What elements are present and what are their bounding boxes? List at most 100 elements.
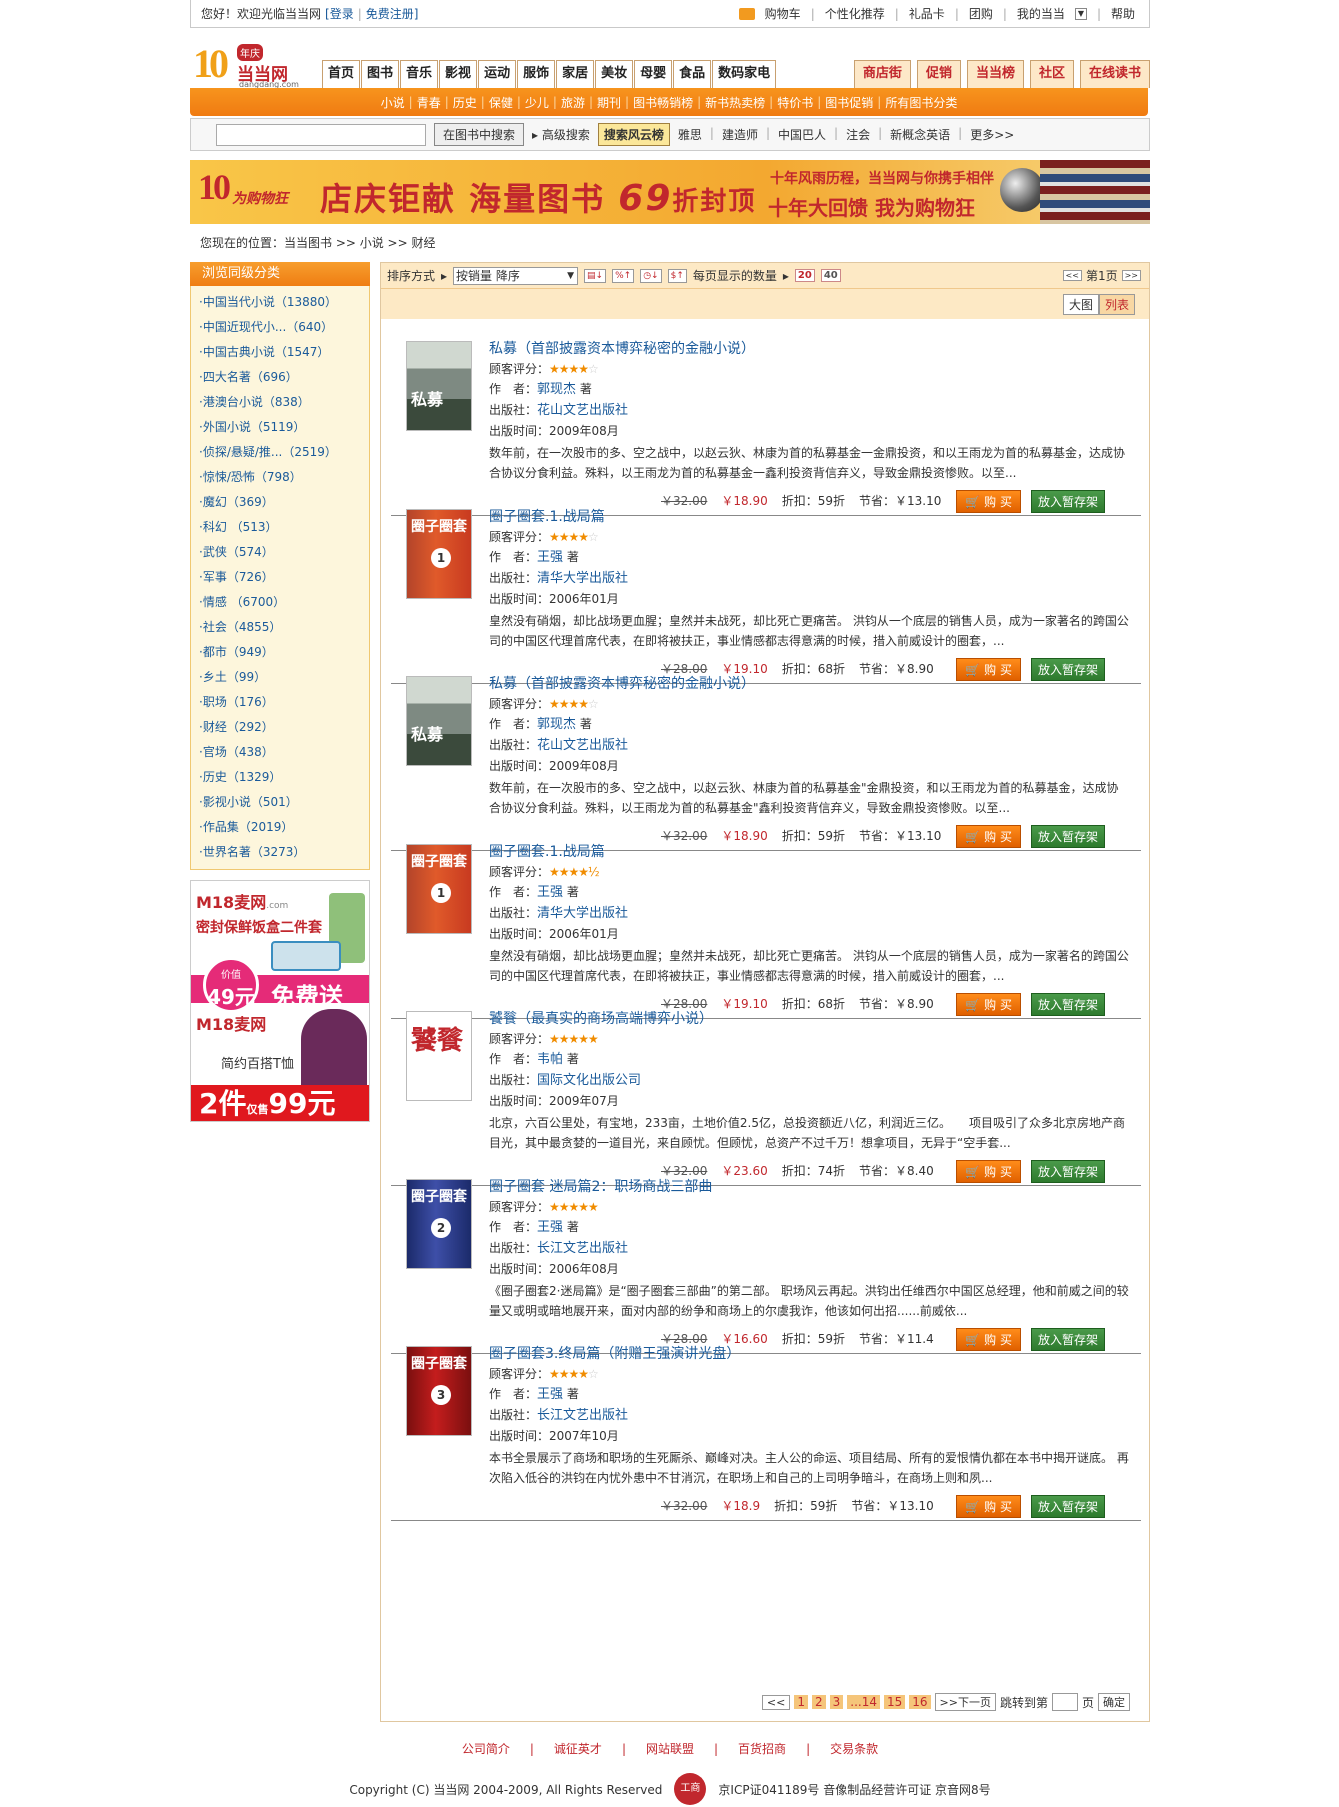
sidebar-item[interactable]: ·社会（4855） [199,615,369,640]
sidebar-item[interactable]: ·中国当代小说（13880） [199,290,369,315]
next-page-icon[interactable]: >> [1121,270,1141,281]
subnav-6[interactable]: 期刊 [597,94,621,111]
publisher-link[interactable]: 花山文艺出版社 [537,403,628,418]
sidebar-item[interactable]: ·科幻 （513） [199,515,369,540]
gift-card-link[interactable]: 礼品卡 [909,5,945,22]
advanced-search-link[interactable]: ▸ 高级搜索 [532,126,590,143]
author-link[interactable]: 王强 [537,550,563,565]
sort-sales-icon[interactable]: ▤↓ [584,268,607,283]
sort-select[interactable]: 按销量 降序 [453,266,579,285]
publisher-link[interactable]: 长江文艺出版社 [537,1241,628,1256]
sidebar-item[interactable]: ·乡土（99） [199,665,369,690]
hot-search-1[interactable]: 建造师 [722,126,758,143]
subnav-3[interactable]: 保健 [489,94,513,111]
sort-date-icon[interactable]: ◷↓ [640,268,662,283]
group-buy-link[interactable]: 团购 [969,5,993,22]
login-link[interactable]: [登录 [325,7,354,21]
subnav-10[interactable]: 图书促销 [825,94,873,111]
product-title[interactable]: 圈子圈套.1.战局篇 [489,507,1129,527]
page-number[interactable]: 1 [794,1695,808,1709]
sort-price-icon[interactable]: $↑ [667,268,687,283]
subnav-8[interactable]: 新书热卖榜 [705,94,765,111]
author-link[interactable]: 王强 [537,885,563,900]
product-title[interactable]: 圈子圈套 迷局篇2：职场商战三部曲 [489,1177,1129,1197]
side-advertisement[interactable]: M18麦网.com 密封保鲜饭盒二件套 价值 49元 免费送 M18麦网 简约百搭… [190,880,370,1122]
nav-item-5[interactable]: 服饰 [517,60,556,88]
publisher-link[interactable]: 清华大学出版社 [537,906,628,921]
search-cloud-button[interactable]: 搜索风云榜 [597,123,670,146]
right-nav-3[interactable]: 社区 [1029,60,1074,88]
help-link[interactable]: 帮助 [1111,5,1135,22]
nav-item-3[interactable]: 影视 [439,60,478,88]
right-nav-4[interactable]: 在线读书 [1079,60,1150,88]
book-cover[interactable]: 饕餮 [406,1011,472,1101]
my-dangdang-link[interactable]: 我的当当 [1017,5,1065,22]
page-jump-input[interactable] [1051,1693,1078,1711]
publisher-link[interactable]: 清华大学出版社 [537,571,628,586]
author-link[interactable]: 王强 [537,1220,563,1235]
footer-link[interactable]: 交易条款 [830,1742,878,1756]
product-title[interactable]: 饕餮（最真实的商场高端博弈小说） [489,1009,1129,1029]
nav-item-10[interactable]: 数码家电 [712,60,777,88]
subnav-11[interactable]: 所有图书分类 [885,94,957,111]
page-number[interactable]: ...14 [847,1695,880,1709]
hot-search-2[interactable]: 中国巴人 [778,126,826,143]
sidebar-item[interactable]: ·侦探/悬疑/推...（2519） [199,440,369,465]
sidebar-item[interactable]: ·武侠（574） [199,540,369,565]
author-link[interactable]: 王强 [537,1387,563,1402]
subnav-2[interactable]: 历史 [453,94,477,111]
nav-item-7[interactable]: 美妆 [595,60,634,88]
per-page-40[interactable]: 40 [820,269,841,282]
register-link[interactable]: 免费注册] [366,7,419,21]
chevron-down-icon[interactable]: ▼ [1074,7,1087,20]
sidebar-item[interactable]: ·都市（949） [199,640,369,665]
nav-item-0[interactable]: 首页 [322,60,361,88]
search-input[interactable] [216,123,426,146]
sidebar-item[interactable]: ·财经（292） [199,715,369,740]
product-title[interactable]: 私募（首部披露资本博弈秘密的金融小说） [489,339,1129,359]
footer-link[interactable]: 网站联盟 [646,1742,694,1756]
page-jump-ok[interactable]: 确定 [1098,1693,1130,1711]
sidebar-item[interactable]: ·影视小说（501） [199,790,369,815]
nav-item-8[interactable]: 母婴 [634,60,673,88]
sidebar-item[interactable]: ·魔幻（369） [199,490,369,515]
grid-view-button[interactable]: 大图 [1062,293,1099,315]
subnav-0[interactable]: 小说 [381,94,405,111]
sidebar-item[interactable]: ·港澳台小说（838） [199,390,369,415]
book-cover[interactable]: 私募 [406,341,472,431]
page-number[interactable]: 16 [909,1695,931,1709]
sidebar-item[interactable]: ·官场（438） [199,740,369,765]
personal-link[interactable]: 个性化推荐 [825,5,885,22]
sidebar-item[interactable]: ·情感 （6700） [199,590,369,615]
subnav-1[interactable]: 青春 [417,94,441,111]
prev-page-icon[interactable]: << [1062,270,1082,281]
footer-link[interactable]: 诚征英才 [554,1742,602,1756]
subnav-4[interactable]: 少儿 [525,94,549,111]
book-cover[interactable]: 私募 [406,676,472,766]
hot-search-3[interactable]: 注会 [846,126,870,143]
sidebar-item[interactable]: ·外国小说（5119） [199,415,369,440]
site-logo[interactable]: 10 年庆 当当网 dangdang.com [193,40,317,90]
footer-link[interactable]: 百货招商 [738,1742,786,1756]
book-cover[interactable]: 圈子圈套 1 [406,508,472,599]
sidebar-item[interactable]: ·中国古典小说（1547） [199,340,369,365]
nav-item-1[interactable]: 图书 [361,60,400,88]
subnav-5[interactable]: 旅游 [561,94,585,111]
nav-item-6[interactable]: 家居 [556,60,595,88]
page-number[interactable]: 15 [883,1695,906,1709]
book-cover[interactable]: 圈子圈套 1 [406,843,472,934]
right-nav-2[interactable]: 当当榜 [966,60,1024,88]
promo-banner[interactable]: 10 为购物狂 店庆钜献 海量图书 69折封顶 十年风雨历程，当当网与你携手相伴… [190,160,1150,224]
nav-item-2[interactable]: 音乐 [400,60,439,88]
publisher-link[interactable]: 国际文化出版公司 [537,1073,641,1088]
sort-discount-icon[interactable]: %↑ [612,268,635,283]
per-page-20[interactable]: 20 [794,269,815,282]
sidebar-item[interactable]: ·职场（176） [199,690,369,715]
hot-search-5[interactable]: 更多>> [970,126,1014,143]
page-number[interactable]: 3 [829,1695,844,1709]
book-cover[interactable]: 圈子圈套 2 [406,1178,472,1269]
add-to-wishlist-button[interactable]: 放入暂存架 [1030,1495,1105,1518]
pager-next-button[interactable]: >>下一页 [934,1693,996,1711]
sidebar-item[interactable]: ·作品集（2019） [199,815,369,840]
book-cover[interactable]: 圈子圈套 3 [406,1346,472,1436]
